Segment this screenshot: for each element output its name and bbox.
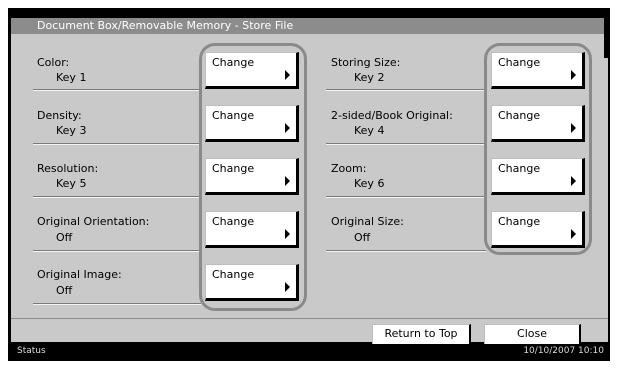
button-label: Change: [212, 56, 255, 69]
divider: [326, 89, 486, 91]
right-triangle-icon: [285, 282, 290, 292]
resolution-value: Key 5: [56, 177, 87, 190]
original-image-value: Off: [56, 284, 73, 297]
close-button[interactable]: Close: [484, 324, 581, 346]
two-sided-book-original-value: Key 4: [354, 124, 385, 137]
divider: [326, 196, 486, 198]
original-size-value: Off: [354, 231, 371, 244]
original-size-change-button[interactable]: Change: [491, 211, 585, 248]
storing-size-label: Storing Size:: [331, 56, 401, 69]
right-triangle-icon: [285, 123, 290, 133]
divider: [33, 196, 201, 198]
density-label: Density:: [37, 109, 82, 122]
frame-edge: [604, 18, 610, 58]
storing-size-change-button[interactable]: Change: [491, 52, 585, 89]
two-sided-book-original-change-button[interactable]: Change: [491, 105, 585, 142]
right-triangle-icon: [571, 229, 576, 239]
button-label: Change: [212, 215, 255, 228]
color-label: Color:: [37, 56, 70, 69]
button-label: Change: [498, 109, 541, 122]
original-size-label: Original Size:: [331, 215, 404, 228]
divider: [326, 143, 486, 145]
color-value: Key 1: [56, 71, 87, 84]
button-label: Change: [498, 215, 541, 228]
status-button[interactable]: Status: [17, 344, 46, 358]
divider: [33, 89, 201, 91]
zoom-label: Zoom:: [331, 162, 367, 175]
right-triangle-icon: [285, 176, 290, 186]
original-orientation-label: Original Orientation:: [37, 215, 150, 228]
divider: [33, 250, 201, 252]
button-label: Change: [498, 162, 541, 175]
resolution-label: Resolution:: [37, 162, 99, 175]
density-value: Key 3: [56, 124, 87, 137]
window-title: Document Box/Removable Memory - Store Fi…: [11, 18, 608, 34]
divider: [33, 303, 201, 305]
divider: [326, 250, 486, 252]
density-change-button[interactable]: Change: [205, 105, 299, 142]
right-triangle-icon: [571, 176, 576, 186]
button-label: Change: [498, 56, 541, 69]
color-change-button[interactable]: Change: [205, 52, 299, 89]
two-sided-book-original-label: 2-sided/Book Original:: [331, 109, 453, 122]
status-bar: Status 10/10/2007 10:10: [11, 344, 608, 358]
right-triangle-icon: [285, 229, 290, 239]
return-to-top-button[interactable]: Return to Top: [372, 324, 471, 346]
datetime: 10/10/2007 10:10: [523, 346, 604, 356]
zoom-value: Key 6: [354, 177, 385, 190]
original-image-change-button[interactable]: Change: [205, 264, 299, 301]
original-orientation-value: Off: [56, 231, 73, 244]
zoom-change-button[interactable]: Change: [491, 158, 585, 195]
original-orientation-change-button[interactable]: Change: [205, 211, 299, 248]
button-label: Change: [212, 162, 255, 175]
storing-size-value: Key 2: [354, 71, 385, 84]
button-label: Change: [212, 109, 255, 122]
footer-divider: [11, 318, 608, 319]
right-triangle-icon: [571, 123, 576, 133]
button-label: Change: [212, 268, 255, 281]
divider: [33, 143, 201, 145]
original-image-label: Original Image:: [37, 268, 122, 281]
right-triangle-icon: [285, 70, 290, 80]
resolution-change-button[interactable]: Change: [205, 158, 299, 195]
right-triangle-icon: [571, 70, 576, 80]
